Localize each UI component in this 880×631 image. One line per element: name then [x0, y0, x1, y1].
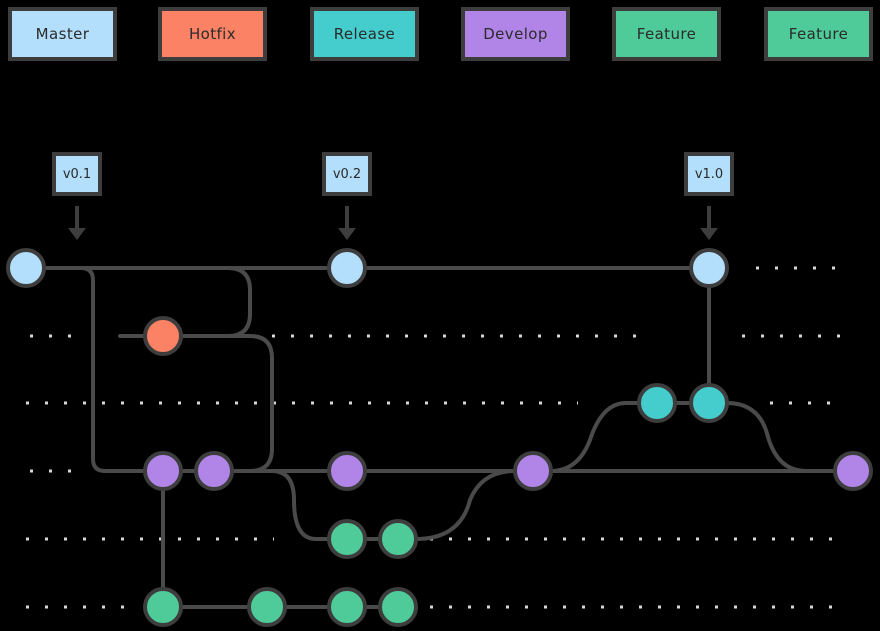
commit-node-m2[interactable]: [327, 248, 367, 288]
version-tag-label: v1.0: [694, 166, 724, 182]
feature-a-merge: [414, 469, 517, 541]
commit-nodes: [6, 248, 873, 627]
commit-node-d2[interactable]: [194, 451, 234, 491]
commit-node-m3[interactable]: [689, 248, 729, 288]
legend-item-label: Develop: [483, 25, 548, 43]
git-graph-canvas: [6, 206, 873, 627]
legend-item-label: Feature: [636, 25, 697, 43]
tag-arrows: [68, 206, 718, 240]
tag-arrow-head-0: [68, 228, 86, 240]
commit-node-fb3[interactable]: [327, 587, 367, 627]
legend-item-label: Master: [35, 25, 90, 43]
legend-item-hotfix-1[interactable]: Hotfix: [158, 7, 267, 61]
legend-item-master-0[interactable]: Master: [8, 7, 117, 61]
legend-item-label: Hotfix: [188, 25, 237, 43]
legend-item-label: Release: [333, 25, 396, 43]
commit-node-m1[interactable]: [6, 248, 46, 288]
commit-node-d3[interactable]: [327, 451, 367, 491]
release-merge-to-develop: [725, 401, 837, 473]
tag-arrow-head-1: [338, 228, 356, 240]
commit-node-fb1[interactable]: [143, 587, 183, 627]
commit-node-r2[interactable]: [689, 383, 729, 423]
legend-item-release-2[interactable]: Release: [310, 7, 419, 61]
commit-node-d1[interactable]: [143, 451, 183, 491]
tag-arrow-head-2: [700, 228, 718, 240]
version-tag-v0.1[interactable]: v0.1: [52, 152, 102, 196]
feature-a-branch: [270, 469, 331, 541]
hotfix-branch-from-master: [179, 266, 252, 338]
commit-node-h1[interactable]: [143, 316, 183, 356]
commit-node-fa1[interactable]: [327, 519, 367, 559]
commit-node-fb4[interactable]: [378, 587, 418, 627]
commit-node-fb2[interactable]: [247, 587, 287, 627]
legend-item-label: Feature: [788, 25, 849, 43]
master-to-develop: [60, 266, 147, 473]
commit-node-d4[interactable]: [513, 451, 553, 491]
commit-node-d5[interactable]: [833, 451, 873, 491]
legend-item-develop-3[interactable]: Develop: [461, 7, 570, 61]
legend-item-feature-5[interactable]: Feature: [764, 7, 873, 61]
git-flow-diagram: Master Hotfix Release Develop Feature Feature…: [0, 0, 880, 631]
dotted-continuation-rows: [26, 266, 846, 609]
version-tag-v0.2[interactable]: v0.2: [322, 152, 372, 196]
commit-node-r1[interactable]: [637, 383, 677, 423]
version-tag-label: v0.1: [62, 166, 92, 182]
version-tag-v1.0[interactable]: v1.0: [684, 152, 734, 196]
legend-item-feature-4[interactable]: Feature: [612, 7, 721, 61]
commit-node-fa2[interactable]: [378, 519, 418, 559]
hotfix-tail: [179, 334, 274, 473]
release-branch-from-develop: [549, 401, 641, 473]
version-tag-label: v0.2: [332, 166, 362, 182]
